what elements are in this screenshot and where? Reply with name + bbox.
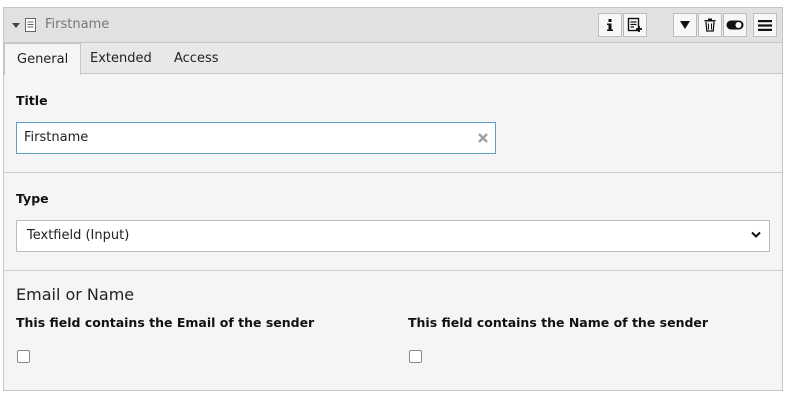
- section-divider: [4, 172, 782, 173]
- toggle-icon: [726, 20, 744, 30]
- type-label: Type: [16, 191, 49, 206]
- email-checkbox[interactable]: [17, 350, 30, 363]
- content-element-panel: Firstname General Extended Access Title …: [3, 7, 783, 391]
- clear-icon[interactable]: [477, 132, 489, 144]
- delete-button[interactable]: [698, 13, 722, 37]
- trash-icon: [704, 18, 716, 32]
- new-record-icon: [627, 17, 642, 32]
- collapse-caret-icon[interactable]: [12, 23, 20, 28]
- title-input-value: Firstname: [24, 130, 89, 145]
- type-select-value: Textfield (Input): [27, 228, 130, 243]
- name-checkbox-label: This field contains the Name of the send…: [408, 315, 709, 330]
- email-or-name-heading: Email or Name: [16, 285, 135, 304]
- panel-header: Firstname: [4, 8, 782, 43]
- email-checkbox-label: This field contains the Email of the sen…: [16, 315, 315, 330]
- title-label: Title: [16, 93, 48, 108]
- chevron-down-icon: [751, 231, 761, 238]
- tab-access[interactable]: Access: [162, 43, 231, 74]
- tab-extended[interactable]: Extended: [78, 43, 164, 74]
- visibility-toggle-button[interactable]: [723, 13, 747, 37]
- tab-general[interactable]: General: [4, 43, 82, 75]
- move-down-button[interactable]: [673, 13, 697, 37]
- menu-button[interactable]: [753, 13, 777, 37]
- element-title: Firstname: [45, 17, 110, 32]
- new-record-button[interactable]: [623, 13, 647, 37]
- menu-icon: [758, 19, 772, 31]
- tab-bar: General Extended Access: [4, 43, 782, 75]
- info-button[interactable]: [598, 13, 622, 37]
- document-icon: [25, 18, 36, 32]
- section-divider: [4, 270, 782, 271]
- info-icon: [607, 19, 613, 31]
- triangle-down-icon: [680, 21, 690, 29]
- name-checkbox[interactable]: [409, 350, 422, 363]
- title-input[interactable]: Firstname: [16, 122, 496, 154]
- type-select[interactable]: Textfield (Input): [16, 220, 770, 252]
